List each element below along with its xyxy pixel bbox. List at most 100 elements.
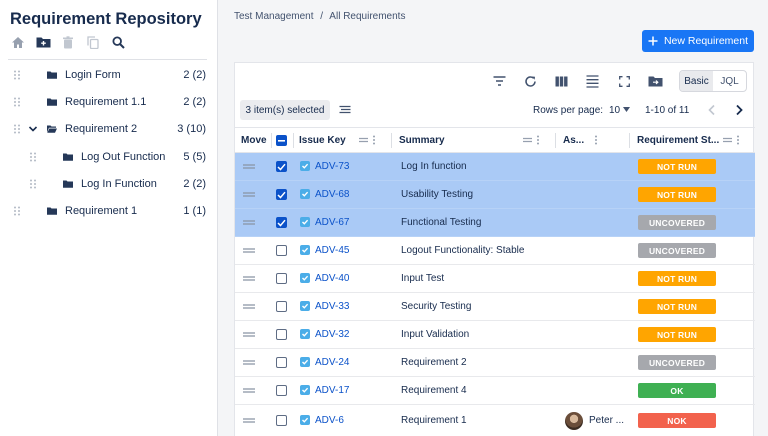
selected-count-chip: 3 item(s) selected — [240, 100, 330, 120]
requirement-repository-sidebar: Requirement Repository Login Form 2 (2) Re… — [0, 0, 218, 436]
row-checkbox[interactable] — [276, 415, 287, 426]
rows-per-page-select[interactable]: 10 — [609, 105, 620, 116]
row-drag-handle-icon[interactable] — [243, 332, 255, 337]
table-row[interactable]: ADV-32 Input Validation NOT RUN — [235, 321, 755, 349]
drag-handle-icon[interactable] — [13, 70, 21, 80]
column-assignee[interactable]: As... — [563, 128, 584, 153]
drag-handle-icon[interactable] — [13, 206, 21, 216]
tree-item[interactable]: Requirement 1 1 (1) — [0, 197, 218, 224]
refresh-icon[interactable] — [522, 73, 538, 89]
row-checkbox[interactable] — [276, 329, 287, 340]
assignee-cell[interactable]: Peter ... — [565, 405, 624, 436]
drag-handle-icon[interactable] — [29, 152, 37, 162]
issue-key-link[interactable]: ADV-33 — [315, 293, 349, 320]
status-badge: NOT RUN — [638, 271, 716, 286]
status-badge: UNCOVERED — [638, 243, 716, 258]
chevron-down-icon[interactable] — [623, 107, 630, 112]
row-drag-handle-icon[interactable] — [243, 360, 255, 365]
row-checkbox[interactable] — [276, 273, 287, 284]
table-row[interactable]: ADV-68 Usability Testing NOT RUN — [235, 181, 755, 209]
columns-icon[interactable] — [553, 73, 569, 89]
requirement-issue-type-icon — [300, 415, 310, 425]
row-checkbox[interactable] — [276, 245, 287, 256]
search-icon[interactable] — [110, 34, 126, 50]
row-checkbox[interactable] — [276, 357, 287, 368]
tree-item[interactable]: Login Form 2 (2) — [0, 61, 218, 88]
row-drag-handle-icon[interactable] — [243, 276, 255, 281]
tree-item[interactable]: Requirement 2 3 (10) — [0, 115, 218, 142]
select-all-checkbox[interactable] — [276, 135, 287, 146]
tree-item-count: 2 (2) — [183, 68, 206, 81]
drag-handle-icon[interactable] — [13, 97, 21, 107]
issue-key-link[interactable]: ADV-40 — [315, 265, 349, 292]
move-to-folder-icon[interactable] — [647, 73, 663, 89]
tree-item[interactable]: Log In Function 2 (2) — [0, 170, 218, 197]
issue-key-link[interactable]: ADV-6 — [315, 405, 344, 436]
summary-text: Security Testing — [401, 301, 472, 312]
breadcrumb-root[interactable]: Test Management — [234, 11, 314, 22]
new-requirement-button[interactable]: New Requirement — [642, 30, 754, 52]
row-checkbox[interactable] — [276, 301, 287, 312]
column-menu-icon[interactable] — [723, 135, 743, 145]
row-drag-handle-icon[interactable] — [243, 192, 255, 197]
drag-handle-icon[interactable] — [29, 179, 37, 189]
table-row[interactable]: ADV-17 Requirement 4 OK — [235, 377, 755, 405]
issue-key-link[interactable]: ADV-24 — [315, 349, 349, 376]
table-row[interactable]: ADV-24 Requirement 2 UNCOVERED — [235, 349, 755, 377]
copy-icon[interactable] — [85, 34, 101, 50]
tree-item[interactable]: Log Out Function 5 (5) — [0, 143, 218, 170]
row-checkbox[interactable] — [276, 217, 287, 228]
column-menu-icon[interactable] — [359, 135, 379, 145]
table-row[interactable]: ADV-40 Input Test NOT RUN — [235, 265, 755, 293]
status-badge: OK — [638, 383, 716, 398]
next-page-icon[interactable] — [734, 104, 744, 116]
tree-item-label: Log In Function — [81, 177, 157, 190]
row-checkbox[interactable] — [276, 161, 287, 172]
row-drag-handle-icon[interactable] — [243, 388, 255, 393]
row-checkbox[interactable] — [276, 189, 287, 200]
row-drag-handle-icon[interactable] — [243, 248, 255, 253]
jql-mode-button[interactable]: JQL — [713, 71, 746, 91]
requirement-issue-type-icon — [300, 189, 310, 199]
column-issue-key[interactable]: Issue Key — [299, 128, 346, 153]
column-summary[interactable]: Summary — [399, 128, 445, 153]
column-requirement-status[interactable]: Requirement St... — [637, 128, 719, 153]
issue-key-link[interactable]: ADV-17 — [315, 377, 349, 404]
column-menu-icon[interactable] — [523, 135, 543, 145]
table-row[interactable]: ADV-33 Security Testing NOT RUN — [235, 293, 755, 321]
basic-mode-button[interactable]: Basic — [680, 71, 713, 91]
table-row[interactable]: ADV-6 Requirement 1 Peter ... NOK — [235, 405, 755, 436]
breadcrumb-current: All Requirements — [329, 11, 406, 22]
tree-item[interactable]: Requirement 1.1 2 (2) — [0, 88, 218, 115]
density-icon[interactable] — [339, 104, 351, 116]
issue-key-link[interactable]: ADV-32 — [315, 321, 349, 348]
rows-icon[interactable] — [584, 73, 600, 89]
avatar — [565, 411, 583, 430]
new-folder-icon[interactable] — [35, 34, 51, 50]
drag-handle-icon[interactable] — [13, 124, 21, 134]
table-row[interactable]: ADV-67 Functional Testing UNCOVERED — [235, 209, 755, 237]
filter-icon[interactable] — [491, 73, 507, 89]
row-checkbox[interactable] — [276, 385, 287, 396]
row-drag-handle-icon[interactable] — [243, 164, 255, 169]
table-row[interactable]: ADV-45 Logout Functionality: Stable UNCOVE… — [235, 237, 755, 265]
previous-page-icon[interactable] — [707, 104, 717, 116]
row-drag-handle-icon[interactable] — [243, 220, 255, 225]
fullscreen-icon[interactable] — [616, 73, 632, 89]
summary-text: Requirement 1 — [401, 415, 467, 426]
row-drag-handle-icon[interactable] — [243, 418, 255, 423]
issue-key-link[interactable]: ADV-68 — [315, 181, 349, 208]
chevron-down-icon[interactable] — [28, 124, 38, 134]
home-icon[interactable] — [10, 34, 26, 50]
issue-key-link[interactable]: ADV-45 — [315, 237, 349, 264]
trash-icon[interactable] — [60, 34, 76, 50]
requirement-issue-type-icon — [300, 301, 310, 311]
table-row[interactable]: ADV-73 Log In function NOT RUN — [235, 153, 755, 181]
column-menu-icon[interactable] — [593, 135, 601, 145]
table-header: Move Issue Key Summary As... Requirement… — [235, 127, 755, 153]
row-drag-handle-icon[interactable] — [243, 304, 255, 309]
issue-key-link[interactable]: ADV-73 — [315, 153, 349, 180]
column-move: Move — [241, 135, 267, 146]
issue-key-link[interactable]: ADV-67 — [315, 209, 349, 236]
status-badge: UNCOVERED — [638, 355, 716, 370]
